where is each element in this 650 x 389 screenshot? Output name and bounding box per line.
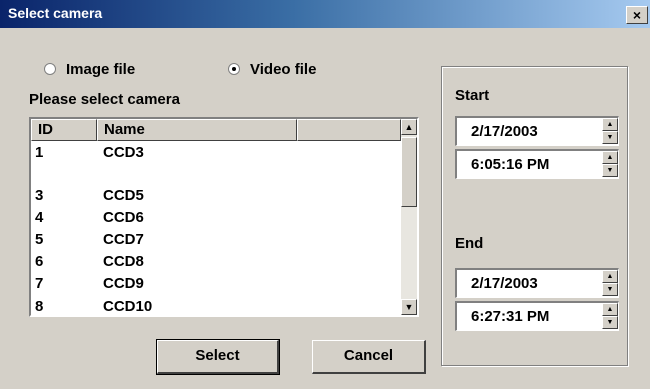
triangle-up-icon: ▲ [404, 122, 414, 132]
column-header-extra[interactable] [297, 119, 401, 141]
spin-up-icon[interactable]: ▲ [602, 151, 618, 164]
row-id: 5 [35, 231, 44, 248]
start-date-spinner[interactable]: ▲ ▼ [602, 118, 618, 145]
camera-prompt: Please select camera [29, 91, 180, 108]
radio-video-file[interactable]: Video file [228, 60, 316, 78]
spin-down-icon[interactable]: ▼ [602, 316, 618, 329]
row-id: 8 [35, 298, 44, 315]
start-time-picker[interactable]: 6:05:16 PM ▲ ▼ [455, 149, 619, 179]
end-date-value[interactable]: 2/17/2003 [471, 275, 538, 292]
camera-list-header: ID Name [31, 119, 401, 141]
scroll-thumb[interactable] [401, 137, 417, 207]
row-name: CCD4 [103, 165, 144, 182]
start-time-spinner[interactable]: ▲ ▼ [602, 151, 618, 178]
column-header-id[interactable]: ID [31, 119, 97, 141]
radio-image-file[interactable]: Image file [44, 60, 135, 78]
close-button[interactable]: × [626, 6, 648, 24]
camera-list[interactable]: ID Name 1 CCD3 2 CCD4 3 CCD5 4 CCD6 5 CC… [29, 117, 419, 317]
spin-up-icon[interactable]: ▲ [602, 303, 618, 316]
row-id: 6 [35, 253, 44, 270]
column-header-name[interactable]: Name [97, 119, 297, 141]
window-title: Select camera [8, 5, 103, 21]
row-name: CCD7 [103, 231, 144, 248]
spin-up-icon[interactable]: ▲ [602, 118, 618, 131]
end-label: End [455, 235, 484, 252]
row-name: CCD3 [103, 144, 144, 161]
close-icon: × [632, 7, 642, 23]
table-row-selected[interactable]: 2 CCD4 [31, 164, 401, 186]
spin-down-icon[interactable]: ▼ [602, 131, 618, 144]
table-row[interactable]: 6 CCD8 [31, 252, 401, 274]
end-time-picker[interactable]: 6:27:31 PM ▲ ▼ [455, 301, 619, 331]
end-date-spinner[interactable]: ▲ ▼ [602, 270, 618, 297]
radio-label-image-file: Image file [66, 60, 136, 78]
cancel-button[interactable]: Cancel [312, 340, 426, 374]
table-row[interactable]: 7 CCD9 [31, 274, 401, 296]
table-row[interactable]: 5 CCD7 [31, 230, 401, 252]
table-row[interactable]: 3 CCD5 [31, 186, 401, 208]
triangle-down-icon: ▼ [404, 302, 414, 312]
row-id: 4 [35, 209, 44, 226]
end-date-picker[interactable]: 2/17/2003 ▲ ▼ [455, 268, 619, 298]
scroll-up-button[interactable]: ▲ [401, 119, 417, 135]
start-time-value[interactable]: 6:05:16 PM [471, 156, 549, 173]
row-id: 2 [35, 165, 44, 182]
row-name: CCD10 [103, 298, 153, 315]
table-row[interactable]: 1 CCD3 [31, 143, 401, 165]
select-camera-dialog: Select camera × Image file Video file Pl… [0, 0, 650, 389]
start-date-value[interactable]: 2/17/2003 [471, 123, 538, 140]
start-date-picker[interactable]: 2/17/2003 ▲ ▼ [455, 116, 619, 146]
start-label: Start [455, 87, 490, 104]
spin-up-icon[interactable]: ▲ [602, 270, 618, 283]
end-time-value[interactable]: 6:27:31 PM [471, 308, 549, 325]
table-row[interactable]: 4 CCD6 [31, 208, 401, 230]
radio-dot-video-file[interactable] [228, 63, 240, 75]
row-name: CCD9 [103, 275, 144, 292]
end-time-spinner[interactable]: ▲ ▼ [602, 303, 618, 330]
spin-down-icon[interactable]: ▼ [602, 283, 618, 296]
title-bar: Select camera [0, 0, 650, 28]
row-id: 1 [35, 144, 44, 161]
scroll-down-button[interactable]: ▼ [401, 299, 417, 315]
radio-dot-image-file[interactable] [44, 63, 56, 75]
select-button[interactable]: Select [156, 339, 280, 375]
row-id: 7 [35, 275, 44, 292]
row-id: 3 [35, 187, 44, 204]
radio-label-video-file: Video file [250, 60, 317, 78]
table-row[interactable]: 8 CCD10 [31, 297, 401, 315]
row-name: CCD6 [103, 209, 144, 226]
row-name: CCD8 [103, 253, 144, 270]
spin-down-icon[interactable]: ▼ [602, 164, 618, 177]
row-name: CCD5 [103, 187, 144, 204]
camera-list-scrollbar[interactable]: ▲ ▼ [401, 119, 417, 315]
